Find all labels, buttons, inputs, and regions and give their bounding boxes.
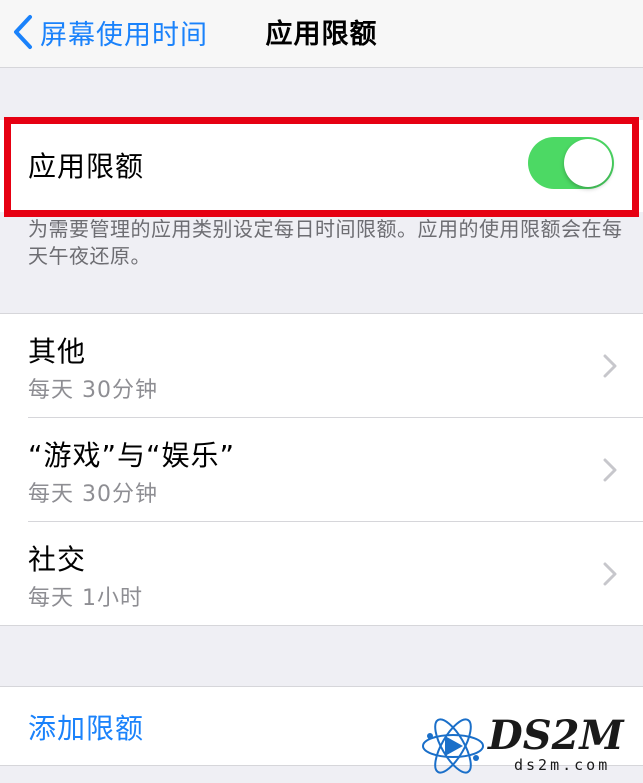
limit-item-title: “游戏”与“娱乐” <box>28 439 236 472</box>
switch-knob <box>564 139 612 187</box>
app-limits-toggle-label: 应用限额 <box>28 150 145 183</box>
app-limits-description: 为需要管理的应用类别设定每日时间限额。应用的使用限额会在每天午夜还原。 <box>28 217 623 268</box>
chevron-right-icon <box>603 458 617 482</box>
add-limit-button[interactable]: 添加限额 <box>28 707 144 747</box>
watermark-text: DS2M <box>488 712 624 759</box>
chevron-right-icon <box>603 354 617 378</box>
limit-item-subtitle: 每天 1小时 <box>28 586 143 611</box>
app-limits-switch[interactable] <box>528 137 614 189</box>
limits-list: 其他 每天 30分钟 “游戏”与“娱乐” 每天 30分钟 社交 每天 1小时 <box>0 313 643 626</box>
limit-item-title: 社交 <box>28 543 87 576</box>
limit-item-title: 其他 <box>28 335 87 368</box>
page-title: 应用限额 <box>265 19 378 50</box>
limit-item-games-entertainment[interactable]: “游戏”与“娱乐” 每天 30分钟 <box>0 418 643 522</box>
watermark-subtext: ds2m.com <box>514 756 611 774</box>
limit-item-subtitle: 每天 30分钟 <box>28 482 158 507</box>
atom-icon <box>422 718 484 774</box>
limit-item-social[interactable]: 社交 每天 1小时 <box>0 522 643 626</box>
app-limits-toggle-cell: 应用限额 <box>0 120 643 212</box>
limit-item-subtitle: 每天 30分钟 <box>28 378 158 403</box>
navigation-bar: 屏幕使用时间 应用限额 <box>0 0 643 68</box>
app-limits-screen: 屏幕使用时间 应用限额 应用限额 为需要管理的应用类别设定每日时间限额。应用的使… <box>0 0 643 783</box>
watermark-logo: DS2M ds2m.com <box>418 712 638 780</box>
limit-item-other[interactable]: 其他 每天 30分钟 <box>0 314 643 418</box>
chevron-right-icon <box>603 562 617 586</box>
